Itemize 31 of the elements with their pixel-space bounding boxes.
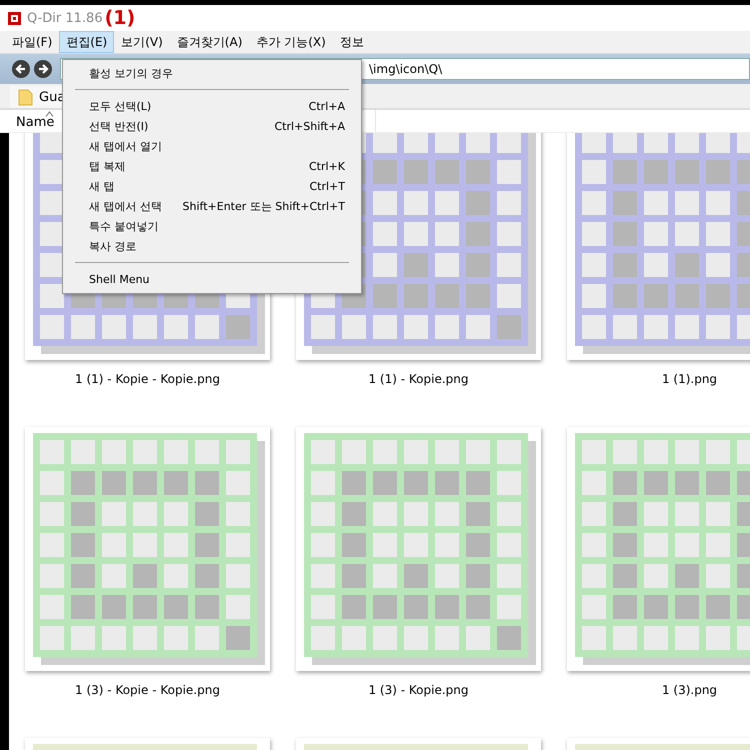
menu-item[interactable]: 정보 xyxy=(332,31,371,53)
menu-option[interactable]: 새 탭 Ctrl+T xyxy=(63,176,361,196)
app-icon xyxy=(8,12,21,24)
window-title: Q-Dir 11.86 xyxy=(27,10,103,26)
menu-option[interactable]: 새 탭에서 선택 Shift+Enter 또는 Shift+Ctrl+T xyxy=(63,196,361,216)
shortcut-label: Ctrl+K xyxy=(308,160,345,172)
shortcut-label: Ctrl+Shift+A xyxy=(274,120,345,132)
file-name[interactable]: 1 (1).png xyxy=(662,372,718,387)
menu-item[interactable]: 파일(F) xyxy=(5,31,60,53)
menu-option[interactable]: Shell Menu xyxy=(63,269,361,289)
file-name[interactable]: 1 (3) - Kopie - Kopie.png xyxy=(75,683,220,698)
menu-option[interactable]: 복사 경로 xyxy=(63,236,361,256)
menu-item[interactable]: 즐겨찾기(A) xyxy=(170,31,250,53)
file-name[interactable]: 1 (3) - Kopie.png xyxy=(368,683,468,698)
menu-item[interactable]: 추가 기능(X) xyxy=(249,31,333,53)
annotation-label: (1) xyxy=(104,7,136,29)
menu-option[interactable]: 탭 복제 Ctrl+K xyxy=(63,156,361,176)
column-header[interactable]: Name xyxy=(16,115,62,132)
file-name[interactable]: 1 (1) - Kopie.png xyxy=(368,372,468,387)
folder-icon xyxy=(18,88,33,106)
shortcut-label: Ctrl+T xyxy=(309,180,345,192)
menu-option[interactable]: 선택 반전(I) Ctrl+Shift+A xyxy=(63,116,361,136)
menu-item[interactable]: 보기(V) xyxy=(114,31,170,53)
menu-item[interactable]: 편집(E) xyxy=(59,31,114,53)
menu-option[interactable]: 활성 보기의 경우 xyxy=(63,63,361,83)
file-name[interactable]: 1 (1) - Kopie - Kopie.png xyxy=(75,372,220,387)
shortcut-label: Ctrl+A xyxy=(308,100,345,112)
menu-option[interactable]: 새 탭에서 열기 xyxy=(63,136,361,156)
file-name[interactable]: 1 (3).png xyxy=(662,683,718,698)
shortcut-label: Shift+Enter 또는 Shift+Ctrl+T xyxy=(182,198,345,214)
menu-option[interactable]: 특수 붙여넣기 xyxy=(63,216,361,236)
